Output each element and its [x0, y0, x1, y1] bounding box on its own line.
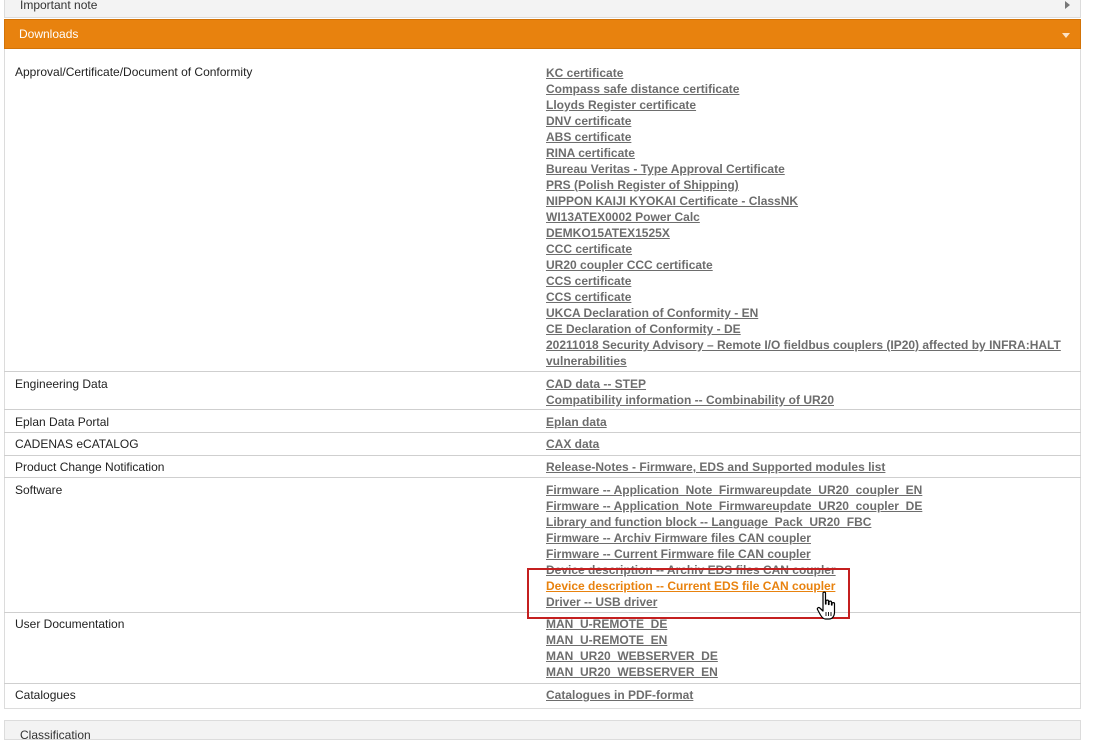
- classification-label: Classification: [20, 728, 91, 742]
- row-label: Approval/Certificate/Document of Conform…: [15, 65, 253, 79]
- link-security-advisory[interactable]: 20211018 Security Advisory – Remote I/O …: [546, 337, 1076, 369]
- link-wi13atex[interactable]: WI13ATEX0002 Power Calc: [546, 209, 1076, 225]
- link-list: CAD data -- STEP Compatibility informati…: [546, 376, 1076, 408]
- link-compatibility[interactable]: Compatibility information -- Combinabili…: [546, 392, 1076, 408]
- link-firmware-appnote-de[interactable]: Firmware -- Application_Note_Firmwareupd…: [546, 498, 1076, 514]
- link-compass-certificate[interactable]: Compass safe distance certificate: [546, 81, 1076, 97]
- link-ce-declaration[interactable]: CE Declaration of Conformity - DE: [546, 321, 1076, 337]
- link-ur20-ccc-certificate[interactable]: UR20 coupler CCC certificate: [546, 257, 1076, 273]
- downloads-label: Downloads: [19, 27, 79, 41]
- link-eplan-data[interactable]: Eplan data: [546, 414, 1076, 430]
- row-engineering: Engineering Data CAD data -- STEP Compat…: [4, 372, 1081, 410]
- link-kc-certificate[interactable]: KC certificate: [546, 65, 1076, 81]
- link-list: Release-Notes - Firmware, EDS and Suppor…: [546, 459, 1076, 475]
- link-abs-certificate[interactable]: ABS certificate: [546, 129, 1076, 145]
- chevron-down-icon: [1062, 33, 1070, 38]
- downloads-header[interactable]: Downloads: [4, 19, 1081, 49]
- important-note-label: Important note: [20, 0, 98, 12]
- link-ccc-certificate[interactable]: CCC certificate: [546, 241, 1076, 257]
- classification-header[interactable]: Classification: [4, 720, 1081, 742]
- hand-pointer-icon: [816, 591, 840, 626]
- link-ccs-certificate-2[interactable]: CCS certificate: [546, 289, 1076, 305]
- row-label: Eplan Data Portal: [15, 415, 110, 429]
- link-prs[interactable]: PRS (Polish Register of Shipping): [546, 177, 1076, 193]
- row-label: Product Change Notification: [15, 460, 165, 474]
- link-cad-data[interactable]: CAD data -- STEP: [546, 376, 1076, 392]
- link-cax-data[interactable]: CAX data: [546, 436, 1076, 452]
- row-label: User Documentation: [15, 617, 125, 631]
- link-demko[interactable]: DEMKO15ATEX1525X: [546, 225, 1076, 241]
- link-list: KC certificate Compass safe distance cer…: [546, 65, 1076, 369]
- link-firmware-current[interactable]: Firmware -- Current Firmware file CAN co…: [546, 546, 1076, 562]
- link-dnv-certificate[interactable]: DNV certificate: [546, 113, 1076, 129]
- row-label: Engineering Data: [15, 377, 108, 391]
- row-approval: Approval/Certificate/Document of Conform…: [4, 49, 1081, 372]
- link-man-webserver-de[interactable]: MAN_UR20_WEBSERVER_DE: [546, 648, 1076, 664]
- link-firmware-appnote-en[interactable]: Firmware -- Application_Note_Firmwareupd…: [546, 482, 1076, 498]
- row-label: Software: [15, 483, 63, 497]
- link-man-webserver-en[interactable]: MAN_UR20_WEBSERVER_EN: [546, 664, 1076, 680]
- chevron-right-icon: [1065, 1, 1070, 9]
- link-bureau-veritas[interactable]: Bureau Veritas - Type Approval Certifica…: [546, 161, 1076, 177]
- link-man-uremote-en[interactable]: MAN_U-REMOTE_EN: [546, 632, 1076, 648]
- link-list: CAX data: [546, 436, 1076, 452]
- link-catalogues-pdf[interactable]: Catalogues in PDF-format: [546, 687, 1076, 703]
- row-label: Catalogues: [15, 688, 76, 702]
- link-firmware-archiv[interactable]: Firmware -- Archiv Firmware files CAN co…: [546, 530, 1076, 546]
- highlight-box: [527, 568, 850, 619]
- row-pcn: Product Change Notification Release-Note…: [4, 456, 1081, 478]
- important-note-header[interactable]: Important note: [4, 0, 1081, 18]
- link-rina-certificate[interactable]: RINA certificate: [546, 145, 1076, 161]
- link-ukca-declaration[interactable]: UKCA Declaration of Conformity - EN: [546, 305, 1076, 321]
- row-user-documentation: User Documentation MAN_U-REMOTE_DE MAN_U…: [4, 613, 1081, 684]
- link-language-pack[interactable]: Library and function block -- Language_P…: [546, 514, 1076, 530]
- link-release-notes[interactable]: Release-Notes - Firmware, EDS and Suppor…: [546, 459, 1076, 475]
- link-ccs-certificate-1[interactable]: CCS certificate: [546, 273, 1076, 289]
- link-lloyds-certificate[interactable]: Lloyds Register certificate: [546, 97, 1076, 113]
- row-label: CADENAS eCATALOG: [15, 437, 139, 451]
- link-list: Eplan data: [546, 414, 1076, 430]
- link-classnk[interactable]: NIPPON KAIJI KYOKAI Certificate - ClassN…: [546, 193, 1076, 209]
- row-catalogues: Catalogues Catalogues in PDF-format: [4, 684, 1081, 709]
- row-cadenas: CADENAS eCATALOG CAX data: [4, 433, 1081, 456]
- link-list: Catalogues in PDF-format: [546, 687, 1076, 703]
- row-eplan: Eplan Data Portal Eplan data: [4, 410, 1081, 433]
- link-list: MAN_U-REMOTE_DE MAN_U-REMOTE_EN MAN_UR20…: [546, 616, 1076, 680]
